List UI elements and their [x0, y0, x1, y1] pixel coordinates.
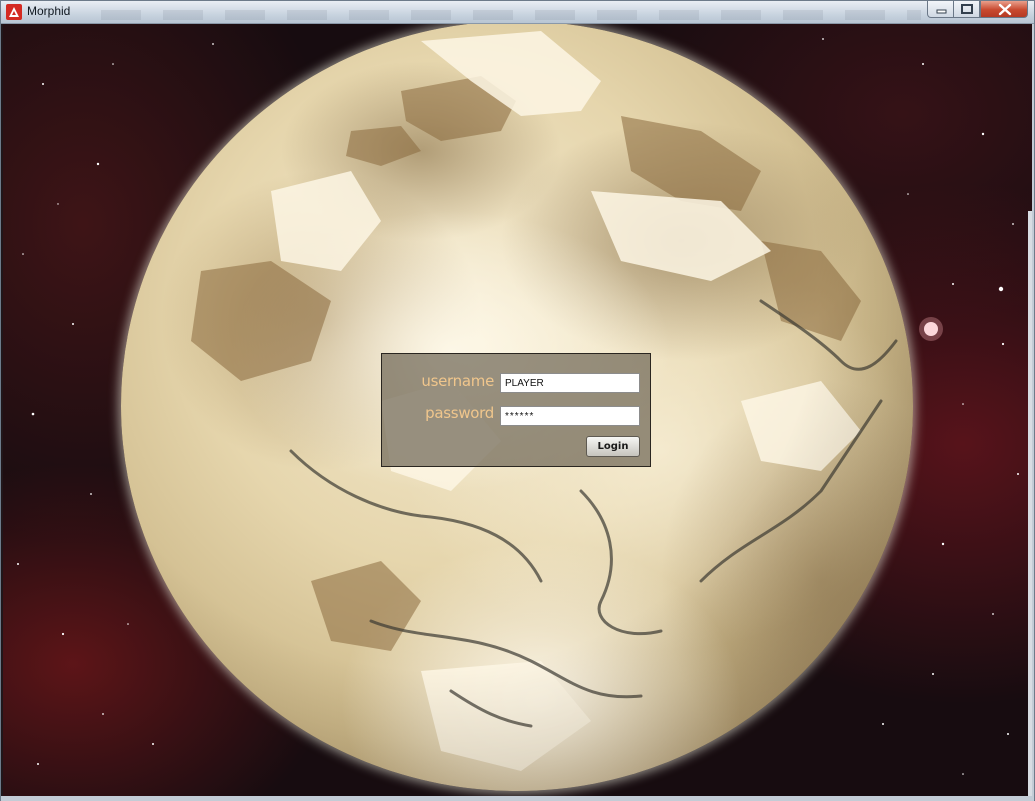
- minimize-button[interactable]: [927, 1, 954, 18]
- game-viewport: username password Login: [3, 24, 1032, 796]
- window-frame-bottom: [1, 796, 1034, 801]
- window-title: Morphid: [27, 4, 71, 18]
- window-frame-right: [1032, 24, 1034, 796]
- login-panel: username password Login: [381, 353, 651, 467]
- password-input[interactable]: [500, 406, 640, 426]
- login-button[interactable]: Login: [586, 436, 640, 457]
- username-label: username: [421, 372, 494, 390]
- app-window: Morphid username PLAYER password ****** …: [0, 0, 1035, 801]
- minimize-icon: [936, 9, 947, 14]
- username-input[interactable]: [500, 373, 640, 393]
- maximize-icon: [961, 4, 973, 14]
- password-label: password: [425, 404, 494, 422]
- app-icon[interactable]: [6, 4, 22, 20]
- close-button[interactable]: [980, 1, 1028, 18]
- ghost-toolbar: [101, 10, 921, 20]
- close-icon: [998, 3, 1012, 16]
- maximize-button[interactable]: [954, 1, 980, 18]
- title-bar[interactable]: Morphid: [1, 1, 1034, 24]
